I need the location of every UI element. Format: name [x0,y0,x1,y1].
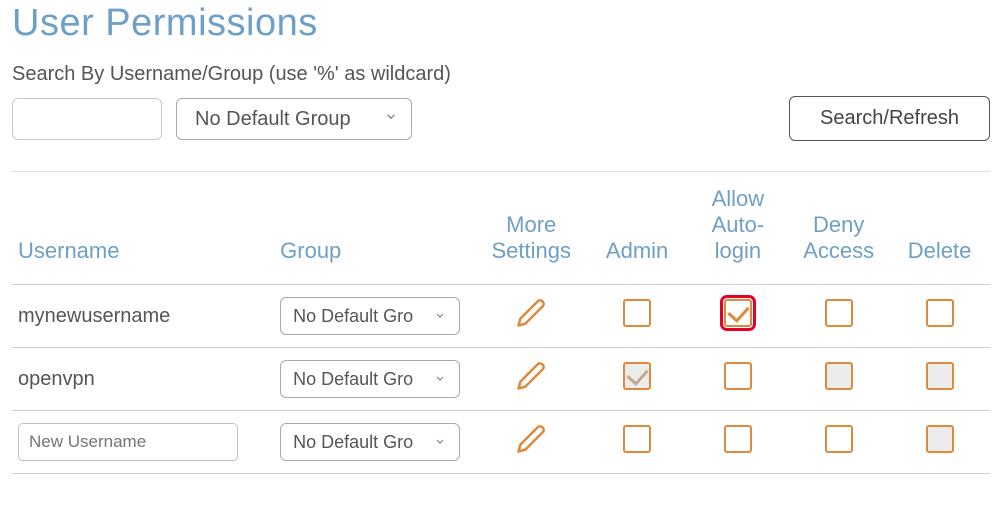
col-group: Group [274,172,476,285]
allow-auto-login-checkbox[interactable] [724,425,752,453]
username-text: openvpn [18,368,95,390]
search-input[interactable] [12,98,162,140]
search-group-select-wrap: No Default Group [176,98,412,140]
table-row: No Default Gro [12,411,990,474]
permissions-table: Username Group More Settings Admin Allow… [12,172,990,474]
col-admin: Admin [587,172,688,285]
row-group-select[interactable]: No Default Gro [280,297,460,335]
username-text: mynewusername [18,305,170,327]
more-settings-button[interactable] [513,424,549,460]
row-group-select[interactable]: No Default Gro [280,360,460,398]
col-deny-access: Deny Access [788,172,889,285]
row-group-select-wrap: No Default Gro [280,297,460,335]
table-row: openvpn No Default Gro [12,348,990,411]
search-row: No Default Group Search/Refresh [12,96,990,141]
admin-checkbox[interactable] [623,425,651,453]
pencil-icon [516,298,546,334]
row-group-select[interactable]: No Default Gro [280,423,460,461]
delete-checkbox[interactable] [926,299,954,327]
deny-access-checkbox [825,362,853,390]
row-group-select-wrap: No Default Gro [280,360,460,398]
allow-auto-login-checkbox[interactable] [724,362,752,390]
admin-checkbox [623,362,651,390]
col-delete: Delete [889,172,990,285]
new-username-input[interactable] [18,423,238,461]
pencil-icon [516,361,546,397]
col-more-settings: More Settings [476,172,587,285]
search-refresh-button[interactable]: Search/Refresh [789,96,990,141]
row-group-select-wrap: No Default Gro [280,423,460,461]
pencil-icon [516,424,546,460]
col-username: Username [12,172,274,285]
deny-access-checkbox[interactable] [825,425,853,453]
deny-access-checkbox[interactable] [825,299,853,327]
table-row: mynewusername No Default Gro [12,285,990,348]
delete-checkbox [926,425,954,453]
search-label: Search By Username/Group (use '%' as wil… [12,63,990,86]
search-group-select[interactable]: No Default Group [176,98,412,140]
more-settings-button[interactable] [513,298,549,334]
delete-checkbox [926,362,954,390]
admin-checkbox[interactable] [623,299,651,327]
allow-auto-login-checkbox[interactable] [724,299,752,327]
more-settings-button[interactable] [513,361,549,397]
page-title: User Permissions [12,0,990,45]
col-allow-auto-login: Allow Auto- login [688,172,789,285]
